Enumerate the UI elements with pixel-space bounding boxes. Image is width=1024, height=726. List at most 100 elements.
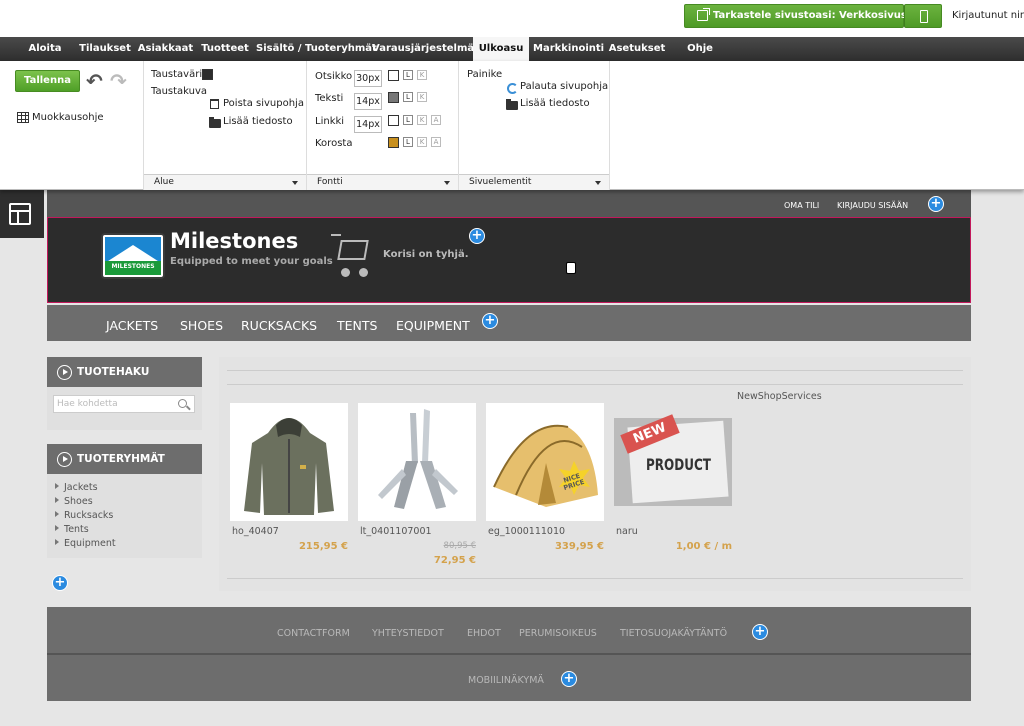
product-price: 1,00 € / m bbox=[675, 541, 732, 552]
hand-cursor-icon bbox=[566, 262, 576, 274]
site-topbar: OMA TILI KIRJAUDU SISÄÄN + bbox=[47, 190, 971, 217]
help-link[interactable]: Muokkausohje bbox=[32, 112, 104, 123]
footer-link-tietosuoja[interactable]: TIETOSUOJAKÄYTÄNTÖ bbox=[620, 628, 727, 639]
heading-color-swatch[interactable] bbox=[388, 70, 399, 81]
add-file-link[interactable]: Lisää tiedosto bbox=[223, 116, 293, 127]
editor-ribbon: Tallenna ↶ ↷ Muokkausohje Taustaväri Tau… bbox=[0, 61, 1024, 190]
menu-markkinointi[interactable]: Markkinointi bbox=[533, 37, 604, 61]
menu-aloita[interactable]: Aloita bbox=[22, 37, 68, 61]
add-element-plus-icon[interactable]: + bbox=[561, 671, 577, 687]
text-color-swatch[interactable] bbox=[388, 92, 399, 103]
add-element-plus-icon[interactable]: + bbox=[928, 196, 944, 212]
nav-shoes[interactable]: SHOES bbox=[180, 318, 223, 333]
highlight-italic-toggle[interactable]: K bbox=[417, 137, 427, 147]
product-image-jacket[interactable] bbox=[230, 403, 348, 521]
external-link-icon bbox=[697, 8, 710, 21]
link-bold-toggle[interactable]: L bbox=[403, 115, 413, 125]
product-image-new-product[interactable]: NEW PRODUCT bbox=[614, 414, 732, 506]
link-italic-toggle[interactable]: K bbox=[417, 115, 427, 125]
menu-asiakkaat[interactable]: Asiakkaat bbox=[137, 37, 194, 61]
login-link[interactable]: KIRJAUDU SISÄÄN bbox=[837, 201, 908, 210]
chevron-down-icon bbox=[595, 181, 601, 185]
ribbon-elements-section: Painike Palauta sivupohja Lisää tiedosto… bbox=[459, 61, 610, 190]
font-link-label: Linkki bbox=[315, 116, 345, 127]
elements-dropdown[interactable]: Sivuelementit bbox=[459, 174, 609, 190]
layout-panel-button[interactable] bbox=[0, 190, 44, 238]
add-element-plus-icon[interactable]: + bbox=[482, 313, 498, 329]
add-file-link-2[interactable]: Lisää tiedosto bbox=[520, 98, 590, 109]
product-search-box: TUOTEHAKU Hae kohdetta bbox=[47, 357, 202, 430]
add-element-plus-icon[interactable]: + bbox=[52, 575, 68, 591]
product-price: 339,95 € bbox=[554, 541, 604, 552]
redo-icon[interactable]: ↷ bbox=[110, 71, 127, 91]
highlight-underline-toggle[interactable]: A bbox=[431, 137, 441, 147]
font-dropdown[interactable]: Fontti bbox=[307, 174, 458, 190]
heading-italic-toggle[interactable]: K bbox=[417, 70, 427, 80]
area-dropdown-label: Alue bbox=[154, 177, 174, 187]
cart-status[interactable]: Korisi on tyhjä. bbox=[383, 249, 469, 260]
highlight-bold-toggle[interactable]: L bbox=[403, 137, 413, 147]
footer-link-ehdot[interactable]: EHDOT bbox=[467, 628, 501, 639]
nav-rucksacks[interactable]: RUCKSACKS bbox=[241, 318, 317, 333]
link-size-input[interactable]: 14px bbox=[354, 116, 382, 133]
my-account-link[interactable]: OMA TILI bbox=[784, 201, 819, 210]
mobile-icon bbox=[920, 10, 928, 23]
add-element-plus-icon[interactable]: + bbox=[469, 228, 485, 244]
mobile-view-link[interactable]: MOBIILINÄKYMÄ bbox=[468, 675, 544, 686]
product-image-tent[interactable]: NICE PRICE bbox=[486, 403, 604, 521]
menu-varausjarjestelma[interactable]: Varausjärjestelmä bbox=[372, 37, 474, 61]
product-listing: NewShopServices ho_40407 215,95 € lt_040… bbox=[219, 357, 971, 591]
product-image-multitool[interactable] bbox=[358, 403, 476, 521]
milestones-logo[interactable]: MILESTONES bbox=[101, 233, 165, 279]
font-dropdown-label: Fontti bbox=[317, 177, 343, 187]
save-button[interactable]: Tallenna bbox=[15, 70, 80, 92]
search-icon[interactable] bbox=[178, 399, 187, 408]
text-size-input[interactable]: 14px bbox=[354, 93, 382, 110]
button-label: Painike bbox=[467, 69, 503, 80]
footer-link-perumisoikeus[interactable]: PERUMISOIKEUS bbox=[519, 628, 597, 639]
footer-link-contactform[interactable]: CONTACTFORM bbox=[277, 628, 350, 639]
product-groups-title: TUOTERYHMÄT bbox=[77, 453, 165, 465]
nav-jackets[interactable]: JACKETS bbox=[106, 318, 158, 333]
link-underline-toggle[interactable]: A bbox=[431, 115, 441, 125]
bg-color-label: Taustaväri bbox=[151, 69, 203, 80]
font-highlight-label: Korosta bbox=[315, 138, 353, 149]
restore-template-link[interactable]: Palauta sivupohja bbox=[520, 81, 608, 92]
site-brand[interactable]: Milestones bbox=[170, 229, 298, 253]
menu-tilaukset[interactable]: Tilaukset bbox=[75, 37, 135, 61]
search-input[interactable]: Hae kohdetta bbox=[53, 395, 195, 413]
elements-dropdown-label: Sivuelementit bbox=[469, 177, 532, 187]
group-link-jackets[interactable]: Jackets bbox=[55, 482, 98, 493]
add-element-plus-icon[interactable]: + bbox=[752, 624, 768, 640]
layout-icon bbox=[9, 203, 31, 225]
menu-sisalto[interactable]: Sisältö / Tuoteryhmät bbox=[256, 37, 377, 61]
heading-bold-toggle[interactable]: L bbox=[403, 70, 413, 80]
remove-template-link[interactable]: Poista sivupohja bbox=[223, 98, 304, 109]
menu-tuotteet[interactable]: Tuotteet bbox=[199, 37, 251, 61]
nav-equipment[interactable]: EQUIPMENT bbox=[396, 318, 470, 333]
group-link-rucksacks[interactable]: Rucksacks bbox=[55, 510, 113, 521]
link-color-swatch[interactable] bbox=[388, 115, 399, 126]
mobile-preview-button[interactable] bbox=[904, 4, 942, 28]
highlight-color-swatch[interactable] bbox=[388, 137, 399, 148]
undo-icon[interactable]: ↶ bbox=[86, 71, 103, 91]
view-site-button[interactable]: Tarkastele sivustoasi: Verkkosivusto bbox=[684, 4, 918, 28]
bg-color-swatch[interactable] bbox=[202, 69, 213, 80]
group-link-tents[interactable]: Tents bbox=[55, 524, 89, 535]
group-link-equipment[interactable]: Equipment bbox=[55, 538, 116, 549]
heading-size-input[interactable]: 30px bbox=[354, 70, 382, 87]
text-italic-toggle[interactable]: K bbox=[417, 92, 427, 102]
menu-asetukset[interactable]: Asetukset bbox=[608, 37, 666, 61]
font-text-label: Teksti bbox=[315, 93, 344, 104]
group-link-shoes[interactable]: Shoes bbox=[55, 496, 93, 507]
admin-menu: Aloita Tilaukset Asiakkaat Tuotteet Sisä… bbox=[0, 37, 1024, 61]
cart-icon[interactable] bbox=[331, 234, 373, 278]
menu-ohje[interactable]: Ohje bbox=[683, 37, 717, 61]
area-dropdown[interactable]: Alue bbox=[144, 174, 306, 190]
product-groups-box: TUOTERYHMÄT Jackets Shoes Rucksacks Tent… bbox=[47, 444, 202, 558]
menu-ulkoasu[interactable]: Ulkoasu bbox=[473, 37, 529, 61]
nav-tents[interactable]: TENTS bbox=[337, 318, 377, 333]
text-bold-toggle[interactable]: L bbox=[403, 92, 413, 102]
product-groups-header: TUOTERYHMÄT bbox=[47, 444, 202, 474]
footer-link-yhteystiedot[interactable]: YHTEYSTIEDOT bbox=[372, 628, 444, 639]
